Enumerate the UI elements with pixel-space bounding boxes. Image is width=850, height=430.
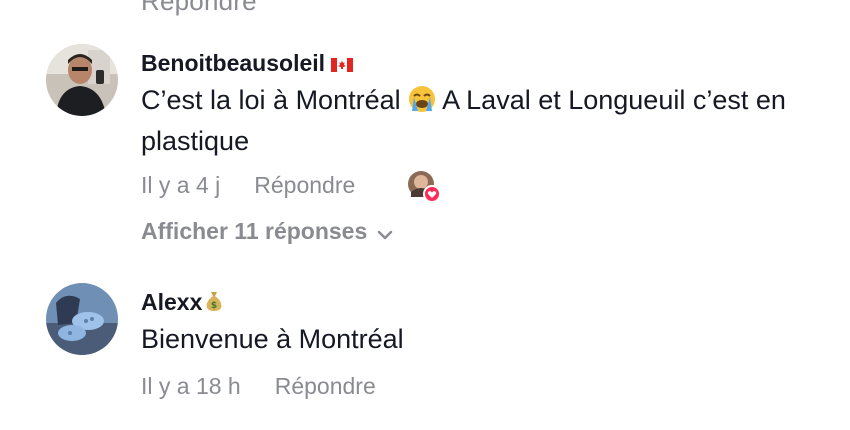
comment-text: C’est la loi à Montréal A Laval et Longu… — [141, 82, 831, 160]
comment-timestamp: Il y a 4 j — [141, 172, 221, 198]
chevron-down-icon — [377, 219, 393, 246]
svg-text:$: $ — [211, 301, 217, 311]
comment-meta: Il y a 18 h Répondre — [141, 373, 376, 400]
view-replies-button[interactable]: Afficher 11 réponses — [141, 218, 393, 246]
reply-button[interactable]: Répondre — [275, 373, 376, 400]
creator-liked-badge — [406, 170, 441, 203]
comment-text: Bienvenue à Montréal — [141, 324, 404, 354]
avatar[interactable] — [46, 283, 118, 355]
username[interactable]: Alexx $ — [141, 289, 224, 318]
user-photo-icon — [46, 44, 118, 116]
view-replies-label: Afficher 11 réponses — [141, 218, 368, 244]
money-bag-icon: $ — [204, 290, 224, 318]
comment-meta: Il y a 4 j Répondre — [141, 172, 355, 199]
username[interactable]: Benoitbeausoleil — [141, 50, 354, 78]
username-text: Alexx — [141, 289, 203, 315]
comment-text-part: C’est la loi à Montréal — [141, 85, 409, 115]
loudly-crying-face-icon — [408, 85, 436, 123]
canada-flag-icon — [331, 51, 354, 78]
username-text: Benoitbeausoleil — [141, 50, 326, 76]
user-photo-icon — [46, 283, 118, 355]
avatar[interactable] — [46, 44, 118, 116]
comment-timestamp: Il y a 18 h — [141, 373, 241, 399]
reply-button[interactable]: Répondre — [254, 172, 355, 199]
previous-comment-reply-link[interactable]: Répondre — [141, 0, 257, 17]
comments-section: Répondre Benoitbeausoleil C’est la loi à… — [0, 0, 850, 430]
